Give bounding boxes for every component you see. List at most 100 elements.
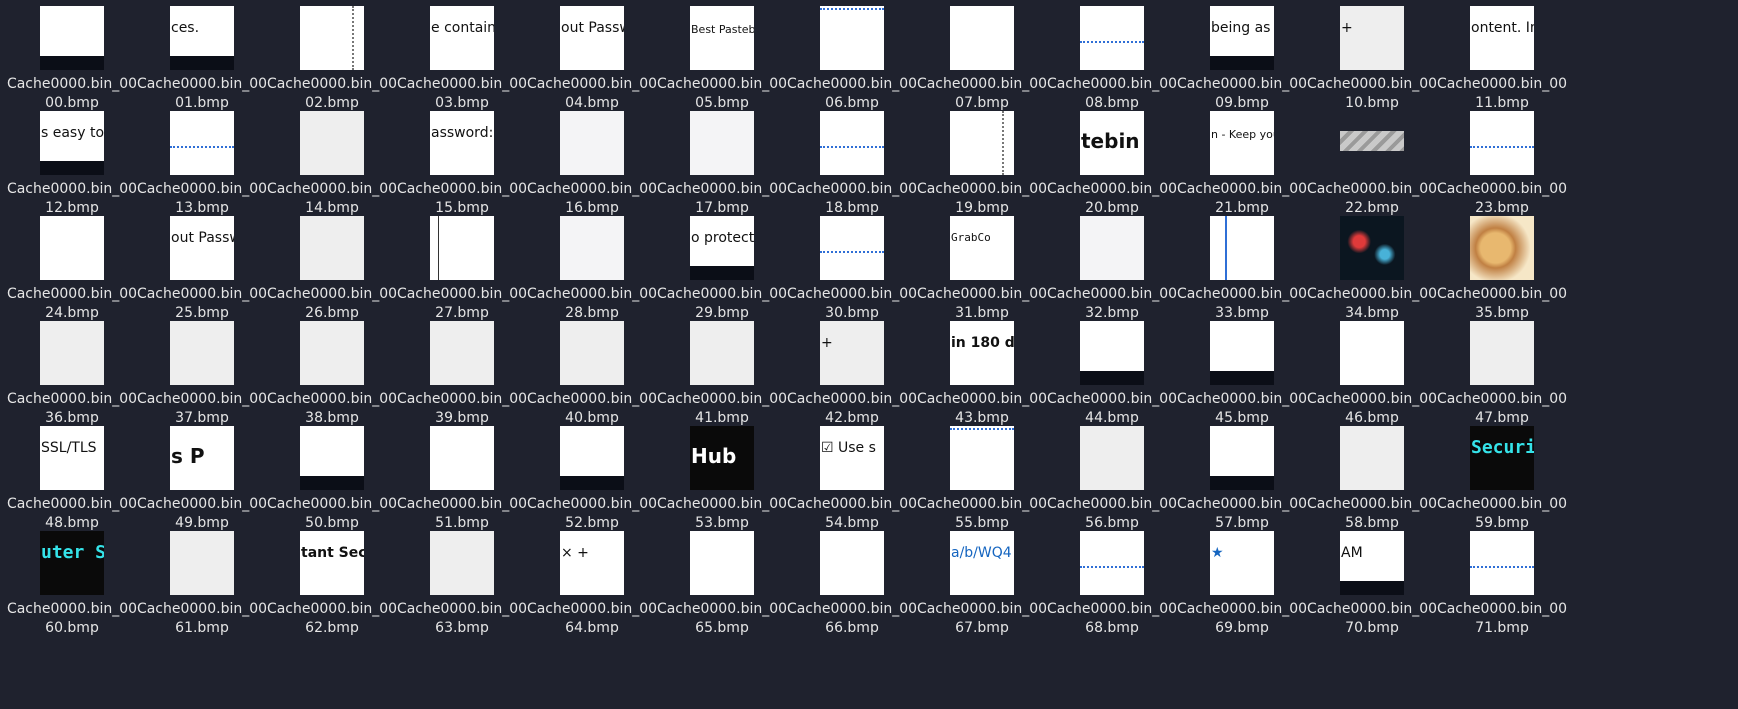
file-item[interactable]: tant Secu Cache0000.bin_00 62.bmp [260, 525, 404, 637]
file-item[interactable]: AM Cache0000.bin_00 70.bmp [1300, 525, 1444, 637]
thumbnail-image: ☑ Use s [820, 426, 884, 490]
thumbnail-image [560, 426, 624, 490]
file-item[interactable]: Cache0000.bin_00 63.bmp [390, 525, 534, 637]
file-item[interactable]: Cache0000.bin_00 14.bmp [260, 105, 404, 217]
file-item[interactable]: Cache0000.bin_00 16.bmp [520, 105, 664, 217]
file-item[interactable]: being as Cache0000.bin_00 09.bmp [1170, 0, 1314, 112]
file-item[interactable]: Cache0000.bin_00 18.bmp [780, 105, 924, 217]
file-item[interactable]: + Cache0000.bin_00 42.bmp [780, 315, 924, 427]
file-item[interactable]: Cache0000.bin_00 46.bmp [1300, 315, 1444, 427]
file-grid: Cache0000.bin_00 00.bmp ces. Cache0000.bin… [0, 0, 1738, 709]
file-item[interactable]: a/b/WQ4 Cache0000.bin_00 67.bmp [910, 525, 1054, 637]
file-item[interactable]: Cache0000.bin_00 71.bmp [1430, 525, 1574, 637]
thumbnail-image [430, 216, 494, 280]
file-item[interactable]: Cache0000.bin_00 50.bmp [260, 420, 404, 532]
file-item[interactable]: Cache0000.bin_00 55.bmp [910, 420, 1054, 532]
file-item[interactable]: Cache0000.bin_00 56.bmp [1040, 420, 1184, 532]
file-item[interactable]: uter S Cache0000.bin_00 60.bmp [0, 525, 144, 637]
file-item[interactable]: Cache0000.bin_00 34.bmp [1300, 210, 1444, 322]
file-item[interactable]: ontent. In Cache0000.bin_00 11.bmp [1430, 0, 1574, 112]
file-item[interactable]: assword: Cache0000.bin_00 15.bmp [390, 105, 534, 217]
file-item[interactable]: Cache0000.bin_00 19.bmp [910, 105, 1054, 217]
thumbnail-text: o protect [691, 230, 754, 246]
thumbnail-image: ★ [1210, 531, 1274, 595]
file-item[interactable]: e containsCache0000.bin_00 03.bmp [390, 0, 534, 112]
file-item[interactable]: Cache0000.bin_00 51.bmp [390, 420, 534, 532]
file-item[interactable]: Cache0000.bin_00 37.bmp [130, 315, 274, 427]
thumbnail-image: Securi [1470, 426, 1534, 490]
thumbnail-image: AM [1340, 531, 1404, 595]
file-item[interactable]: s P Cache0000.bin_00 49.bmp [130, 420, 274, 532]
file-item[interactable]: SSL/TLS Cache0000.bin_00 48.bmp [0, 420, 144, 532]
file-item[interactable]: Cache0000.bin_00 44.bmp [1040, 315, 1184, 427]
file-item[interactable]: tebin Cache0000.bin_00 20.bmp [1040, 105, 1184, 217]
file-item[interactable]: Cache0000.bin_00 07.bmp [910, 0, 1054, 112]
file-item[interactable]: Cache0000.bin_00 33.bmp [1170, 210, 1314, 322]
thumbnail-image [430, 321, 494, 385]
file-item[interactable]: ☑ Use s Cache0000.bin_00 54.bmp [780, 420, 924, 532]
file-item[interactable]: Hub Cache0000.bin_00 53.bmp [650, 420, 794, 532]
file-item[interactable]: out PasswoCache0000.bin_00 25.bmp [130, 210, 274, 322]
thumbnail-text: ☑ Use s [821, 440, 876, 456]
file-item[interactable]: Cache0000.bin_00 22.bmp [1300, 105, 1444, 217]
file-item[interactable]: × + Cache0000.bin_00 64.bmp [520, 525, 664, 637]
file-item[interactable]: Cache0000.bin_00 40.bmp [520, 315, 664, 427]
file-item[interactable]: Cache0000.bin_00 13.bmp [130, 105, 274, 217]
file-item[interactable]: Cache0000.bin_00 47.bmp [1430, 315, 1574, 427]
file-item[interactable]: Cache0000.bin_00 57.bmp [1170, 420, 1314, 532]
file-item[interactable]: Cache0000.bin_00 28.bmp [520, 210, 664, 322]
file-item[interactable]: Cache0000.bin_00 35.bmp [1430, 210, 1574, 322]
thumbnail-image: SSL/TLS [40, 426, 104, 490]
thumbnail-image: tant Secu [300, 531, 364, 595]
file-item[interactable]: Securi Cache0000.bin_00 59.bmp [1430, 420, 1574, 532]
thumbnail-image [560, 216, 624, 280]
file-item[interactable]: Cache0000.bin_00 30.bmp [780, 210, 924, 322]
thumbnail-image [40, 321, 104, 385]
file-item[interactable]: Cache0000.bin_00 08.bmp [1040, 0, 1184, 112]
file-item[interactable]: GrabCo Cache0000.bin_00 31.bmp [910, 210, 1054, 322]
file-item[interactable]: Cache0000.bin_00 02.bmp [260, 0, 404, 112]
file-item[interactable]: Cache0000.bin_00 17.bmp [650, 105, 794, 217]
file-item[interactable]: Cache0000.bin_00 65.bmp [650, 525, 794, 637]
file-name: Cache0000.bin_00 64.bmp [526, 601, 658, 636]
file-item[interactable]: Cache0000.bin_00 27.bmp [390, 210, 534, 322]
thumbnail-image [1210, 216, 1274, 280]
file-item[interactable]: Cache0000.bin_00 39.bmp [390, 315, 534, 427]
file-item[interactable]: Cache0000.bin_00 32.bmp [1040, 210, 1184, 322]
thumbnail-text: tebin [1081, 129, 1140, 153]
thumbnail-image: e contains [430, 6, 494, 70]
file-item[interactable]: Cache0000.bin_00 23.bmp [1430, 105, 1574, 217]
file-item[interactable]: Cache0000.bin_00 36.bmp [0, 315, 144, 427]
file-item[interactable]: + Cache0000.bin_00 10.bmp [1300, 0, 1444, 112]
file-item[interactable]: out PasswoCache0000.bin_00 04.bmp [520, 0, 664, 112]
file-item[interactable]: Best Pastebi Cache0000.bin_00 05.bmp [650, 0, 794, 112]
file-item[interactable]: Cache0000.bin_00 58.bmp [1300, 420, 1444, 532]
thumbnail-text: Hub [691, 444, 737, 468]
file-item[interactable]: Cache0000.bin_00 61.bmp [130, 525, 274, 637]
thumbnail-image: uter S [40, 531, 104, 595]
file-item[interactable]: n - Keep you Cache0000.bin_00 21.bmp [1170, 105, 1314, 217]
thumbnail-image [1080, 216, 1144, 280]
file-item[interactable]: Cache0000.bin_00 00.bmp [0, 0, 144, 112]
file-item[interactable]: Cache0000.bin_00 06.bmp [780, 0, 924, 112]
file-item[interactable]: Cache0000.bin_00 38.bmp [260, 315, 404, 427]
file-item[interactable]: s easy to Cache0000.bin_00 12.bmp [0, 105, 144, 217]
file-item[interactable]: in 180 daCache0000.bin_00 43.bmp [910, 315, 1054, 427]
thumbnail-text: + [821, 335, 833, 351]
file-item[interactable]: Cache0000.bin_00 24.bmp [0, 210, 144, 322]
file-item[interactable]: Cache0000.bin_00 41.bmp [650, 315, 794, 427]
file-item[interactable]: Cache0000.bin_00 45.bmp [1170, 315, 1314, 427]
thumbnail-image [690, 321, 754, 385]
thumbnail-image [300, 111, 364, 175]
file-item[interactable]: Cache0000.bin_00 68.bmp [1040, 525, 1184, 637]
thumbnail-image [820, 216, 884, 280]
file-item[interactable]: o protect Cache0000.bin_00 29.bmp [650, 210, 794, 322]
file-item[interactable]: Cache0000.bin_00 66.bmp [780, 525, 924, 637]
file-item[interactable]: ★ Cache0000.bin_00 69.bmp [1170, 525, 1314, 637]
file-item[interactable]: ces. Cache0000.bin_00 01.bmp [130, 0, 274, 112]
thumbnail-image [300, 426, 364, 490]
file-name: Cache0000.bin_00 65.bmp [656, 601, 788, 636]
file-item[interactable]: Cache0000.bin_00 26.bmp [260, 210, 404, 322]
file-item[interactable]: Cache0000.bin_00 52.bmp [520, 420, 664, 532]
thumbnail-image [40, 6, 104, 70]
